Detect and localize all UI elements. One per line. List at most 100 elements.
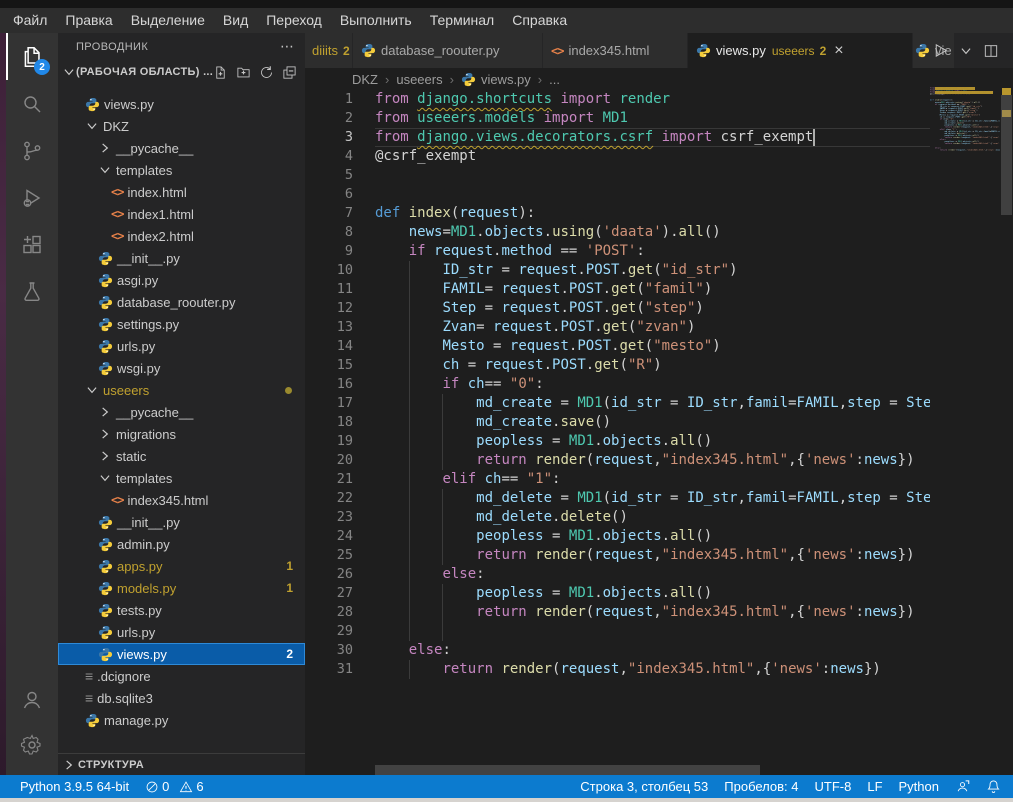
tree-item-useeers[interactable]: useeers bbox=[58, 379, 305, 401]
line-number[interactable]: 6 bbox=[305, 185, 353, 204]
status-cursor-position[interactable]: Строка 3, столбец 53 bbox=[572, 775, 716, 798]
new-folder-icon[interactable] bbox=[236, 65, 251, 80]
vertical-scrollbar[interactable] bbox=[1000, 33, 1013, 763]
line-number[interactable]: 16 bbox=[305, 375, 353, 394]
tree-item-templates[interactable]: templates bbox=[58, 159, 305, 181]
menu-item-Переход[interactable]: Переход bbox=[257, 8, 331, 33]
tree-item-admin.py[interactable]: admin.py bbox=[58, 533, 305, 555]
line-number[interactable]: 31 bbox=[305, 660, 353, 679]
line-number[interactable]: 21 bbox=[305, 470, 353, 489]
tree-item-database_roouter.py[interactable]: database_roouter.py bbox=[58, 291, 305, 313]
menu-item-Выполнить[interactable]: Выполнить bbox=[331, 8, 421, 33]
tab-index345.html[interactable]: <>index345.html bbox=[543, 33, 688, 68]
tree-item-index2.html[interactable]: <>index2.html bbox=[58, 225, 305, 247]
tree-item-index345.html[interactable]: <>index345.html bbox=[58, 489, 305, 511]
run-icon[interactable] bbox=[932, 42, 949, 59]
code-line[interactable]: 6 bbox=[305, 185, 930, 204]
vertical-scrollbar-thumb[interactable] bbox=[1001, 95, 1012, 215]
tab-close-icon[interactable]: × bbox=[834, 44, 843, 58]
line-number[interactable]: 3 bbox=[305, 128, 353, 147]
code-line[interactable]: 21 elif ch== "1": bbox=[305, 470, 930, 489]
tree-item-DKZ[interactable]: DKZ bbox=[58, 115, 305, 137]
line-number[interactable]: 7 bbox=[305, 204, 353, 223]
chevron-down-icon[interactable] bbox=[959, 44, 973, 58]
status-eol[interactable]: LF bbox=[859, 775, 890, 798]
status-problems[interactable]: 06 bbox=[137, 775, 211, 798]
code-line[interactable]: 1from django.shortcuts import render bbox=[305, 90, 930, 109]
tree-item-wsgi.py[interactable]: wsgi.py bbox=[58, 357, 305, 379]
line-number[interactable]: 25 bbox=[305, 546, 353, 565]
breadcrumb-item[interactable]: DKZ bbox=[352, 72, 378, 87]
code-line[interactable]: 24 peopless = MD1.objects.all() bbox=[305, 527, 930, 546]
horizontal-scrollbar-thumb[interactable] bbox=[375, 765, 760, 775]
tree-item-tests.py[interactable]: tests.py bbox=[58, 599, 305, 621]
line-number[interactable]: 30 bbox=[305, 641, 353, 660]
tab-diiits[interactable]: diiits2● bbox=[305, 33, 353, 68]
menu-item-Терминал[interactable]: Терминал bbox=[421, 8, 503, 33]
breadcrumb-item[interactable]: views.py bbox=[481, 72, 531, 87]
code-line[interactable]: 19 peopless = MD1.objects.all() bbox=[305, 432, 930, 451]
code-line[interactable]: 17 md_create = MD1(id_str = ID_str,famil… bbox=[305, 394, 930, 413]
line-number[interactable]: 24 bbox=[305, 527, 353, 546]
tree-item-views.py[interactable]: views.py2 bbox=[58, 643, 305, 665]
status-encoding[interactable]: UTF-8 bbox=[807, 775, 860, 798]
code-line[interactable]: 18 md_create.save() bbox=[305, 413, 930, 432]
line-number[interactable]: 27 bbox=[305, 584, 353, 603]
line-number[interactable]: 23 bbox=[305, 508, 353, 527]
line-number[interactable]: 12 bbox=[305, 299, 353, 318]
breadcrumb-item[interactable]: useeers bbox=[396, 72, 442, 87]
refresh-icon[interactable] bbox=[259, 65, 274, 80]
line-number[interactable]: 18 bbox=[305, 413, 353, 432]
tab-views.py[interactable]: views.pyuseeers2× bbox=[688, 33, 913, 68]
line-number[interactable]: 1 bbox=[305, 90, 353, 109]
line-number[interactable]: 19 bbox=[305, 432, 353, 451]
line-number[interactable]: 29 bbox=[305, 622, 353, 641]
activity-explorer-button[interactable]: 2 bbox=[6, 33, 58, 80]
tree-item-__init__.py[interactable]: __init__.py bbox=[58, 247, 305, 269]
code-line[interactable]: 7def index(request): bbox=[305, 204, 930, 223]
code-line[interactable]: 14 Mesto = request.POST.get("mesto") bbox=[305, 337, 930, 356]
tree-item-index.html[interactable]: <>index.html bbox=[58, 181, 305, 203]
line-number[interactable]: 20 bbox=[305, 451, 353, 470]
tree-item-manage.py[interactable]: manage.py bbox=[58, 709, 305, 731]
tree-item-models.py[interactable]: models.py1 bbox=[58, 577, 305, 599]
line-number[interactable]: 10 bbox=[305, 261, 353, 280]
code-line[interactable]: 4@csrf_exempt bbox=[305, 147, 930, 166]
line-number[interactable]: 28 bbox=[305, 603, 353, 622]
split-editor-icon[interactable] bbox=[983, 43, 999, 59]
line-number[interactable]: 22 bbox=[305, 489, 353, 508]
code-line[interactable]: 29 bbox=[305, 622, 930, 641]
code-line[interactable]: 30 else: bbox=[305, 641, 930, 660]
code-line[interactable]: 13 Zvan= request.POST.get("zvan") bbox=[305, 318, 930, 337]
activity-account-button[interactable] bbox=[6, 677, 58, 722]
code-line[interactable]: 22 md_delete = MD1(id_str = ID_str,famil… bbox=[305, 489, 930, 508]
code-line[interactable]: 12 Step = request.POST.get("step") bbox=[305, 299, 930, 318]
workspace-section-header[interactable]: (РАБОЧАЯ ОБЛАСТЬ) ... bbox=[58, 60, 305, 84]
line-number[interactable]: 9 bbox=[305, 242, 353, 261]
line-number[interactable]: 15 bbox=[305, 356, 353, 375]
menu-item-Правка[interactable]: Правка bbox=[56, 8, 121, 33]
breadcrumb-item[interactable]: ... bbox=[549, 72, 560, 87]
activity-run-debug-button[interactable] bbox=[6, 174, 58, 221]
line-number[interactable]: 26 bbox=[305, 565, 353, 584]
code-line[interactable]: 28 return render(request,"index345.html"… bbox=[305, 603, 930, 622]
code-line[interactable]: 16 if ch== "0": bbox=[305, 375, 930, 394]
collapse-all-icon[interactable] bbox=[282, 65, 297, 80]
explorer-more-icon[interactable]: ⋯ bbox=[280, 38, 295, 55]
tree-item-settings.py[interactable]: settings.py bbox=[58, 313, 305, 335]
tree-item-urls.py[interactable]: urls.py bbox=[58, 335, 305, 357]
tree-item-migrations[interactable]: migrations bbox=[58, 423, 305, 445]
tree-item-db.sqlite3[interactable]: ≡db.sqlite3 bbox=[58, 687, 305, 709]
activity-extensions-button[interactable] bbox=[6, 221, 58, 268]
tree-item-views.py[interactable]: views.py bbox=[58, 93, 305, 115]
line-number[interactable]: 5 bbox=[305, 166, 353, 185]
code-line[interactable]: 31 return render(request,"index345.html"… bbox=[305, 660, 930, 679]
line-number[interactable]: 14 bbox=[305, 337, 353, 356]
tab-database_roouter.py[interactable]: database_roouter.py bbox=[353, 33, 543, 68]
line-number[interactable]: 4 bbox=[305, 147, 353, 166]
code-line[interactable]: 3from django.views.decorators.csrf impor… bbox=[305, 128, 930, 147]
line-number[interactable]: 13 bbox=[305, 318, 353, 337]
minimap[interactable]: from django.shortcuts import renderfrom … bbox=[930, 87, 1000, 197]
code-line[interactable]: 10 ID_str = request.POST.get("id_str") bbox=[305, 261, 930, 280]
menu-item-Файл[interactable]: Файл bbox=[4, 8, 56, 33]
